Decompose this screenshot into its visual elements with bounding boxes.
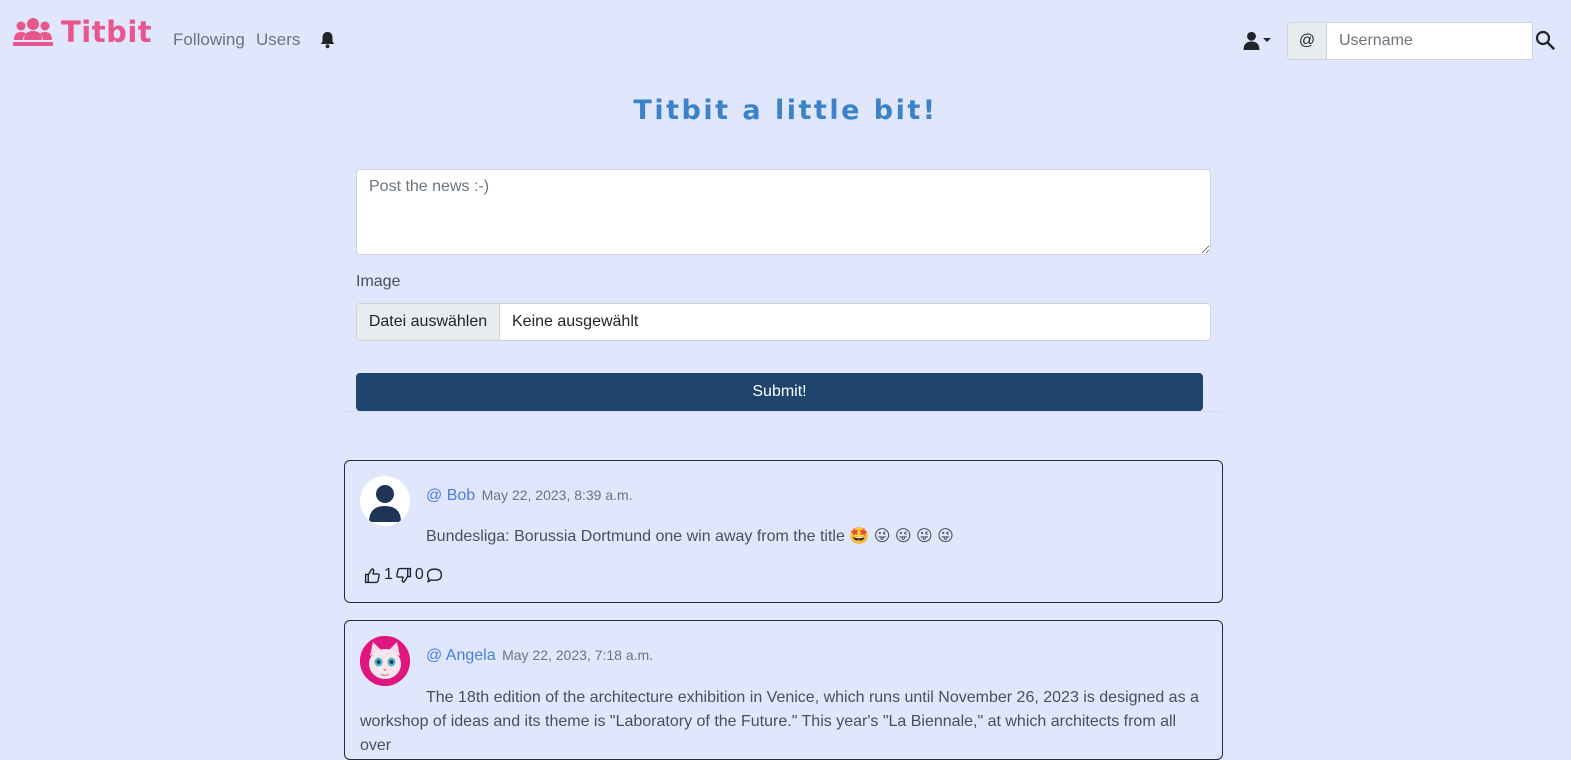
post-actions: 1 0 bbox=[364, 566, 443, 584]
like-count: 1 bbox=[384, 566, 393, 583]
user-search-group: @ bbox=[1287, 22, 1533, 60]
post-textarea[interactable] bbox=[356, 169, 1211, 255]
cat-avatar-image bbox=[360, 636, 410, 686]
file-input[interactable]: Datei auswählen Keine ausgewählt bbox=[356, 303, 1211, 341]
post-card: @ Angela May 22, 2023, 7:18 a.m. The 18t… bbox=[344, 620, 1223, 760]
users-icon bbox=[13, 18, 53, 46]
avatar[interactable] bbox=[360, 636, 410, 686]
navbar: Titbit Following Users @ bbox=[0, 0, 1571, 80]
search-input[interactable] bbox=[1327, 22, 1533, 60]
user-icon bbox=[1243, 31, 1260, 50]
post-meta: @ Bob May 22, 2023, 8:39 a.m. bbox=[426, 487, 633, 505]
brand-name: Titbit bbox=[61, 15, 153, 49]
nav-users-link[interactable]: Users bbox=[256, 30, 300, 50]
file-status: Keine ausgewählt bbox=[512, 313, 639, 330]
search-prefix: @ bbox=[1287, 22, 1327, 60]
image-label: Image bbox=[356, 273, 401, 290]
post-username-link[interactable]: @ Bob bbox=[426, 487, 475, 504]
default-user-icon bbox=[369, 485, 401, 522]
post-text: The 18th edition of the architecture exh… bbox=[360, 689, 1199, 754]
post-form: Image Datei auswählen Keine ausgewählt S… bbox=[344, 169, 1223, 412]
user-menu-dropdown[interactable] bbox=[1243, 30, 1273, 50]
avatar[interactable] bbox=[360, 476, 410, 526]
caret-down-icon bbox=[1263, 38, 1271, 42]
thumbs-up-icon[interactable] bbox=[364, 567, 381, 584]
dislike-count: 0 bbox=[414, 566, 424, 583]
choose-file-button[interactable]: Datei auswählen bbox=[357, 304, 500, 340]
bell-icon[interactable] bbox=[319, 31, 336, 49]
search-icon[interactable] bbox=[1535, 30, 1555, 50]
submit-button[interactable]: Submit! bbox=[356, 373, 1203, 411]
post-card: @ Bob May 22, 2023, 8:39 a.m. Bundesliga… bbox=[344, 460, 1223, 603]
divider bbox=[344, 411, 1223, 412]
brand-logo[interactable]: Titbit bbox=[13, 14, 152, 50]
comment-icon[interactable] bbox=[426, 567, 443, 584]
nav-following-link[interactable]: Following bbox=[173, 30, 245, 50]
post-username-link[interactable]: @ Angela bbox=[426, 647, 496, 664]
post-date: May 22, 2023, 7:18 a.m. bbox=[502, 647, 654, 663]
thumbs-down-icon[interactable] bbox=[395, 567, 412, 584]
page-title: Titbit a little bit! bbox=[633, 95, 938, 126]
post-date: May 22, 2023, 8:39 a.m. bbox=[481, 487, 633, 503]
post-text: Bundesliga: Borussia Dortmund one win aw… bbox=[426, 528, 954, 545]
post-meta: @ Angela May 22, 2023, 7:18 a.m. bbox=[426, 647, 653, 665]
